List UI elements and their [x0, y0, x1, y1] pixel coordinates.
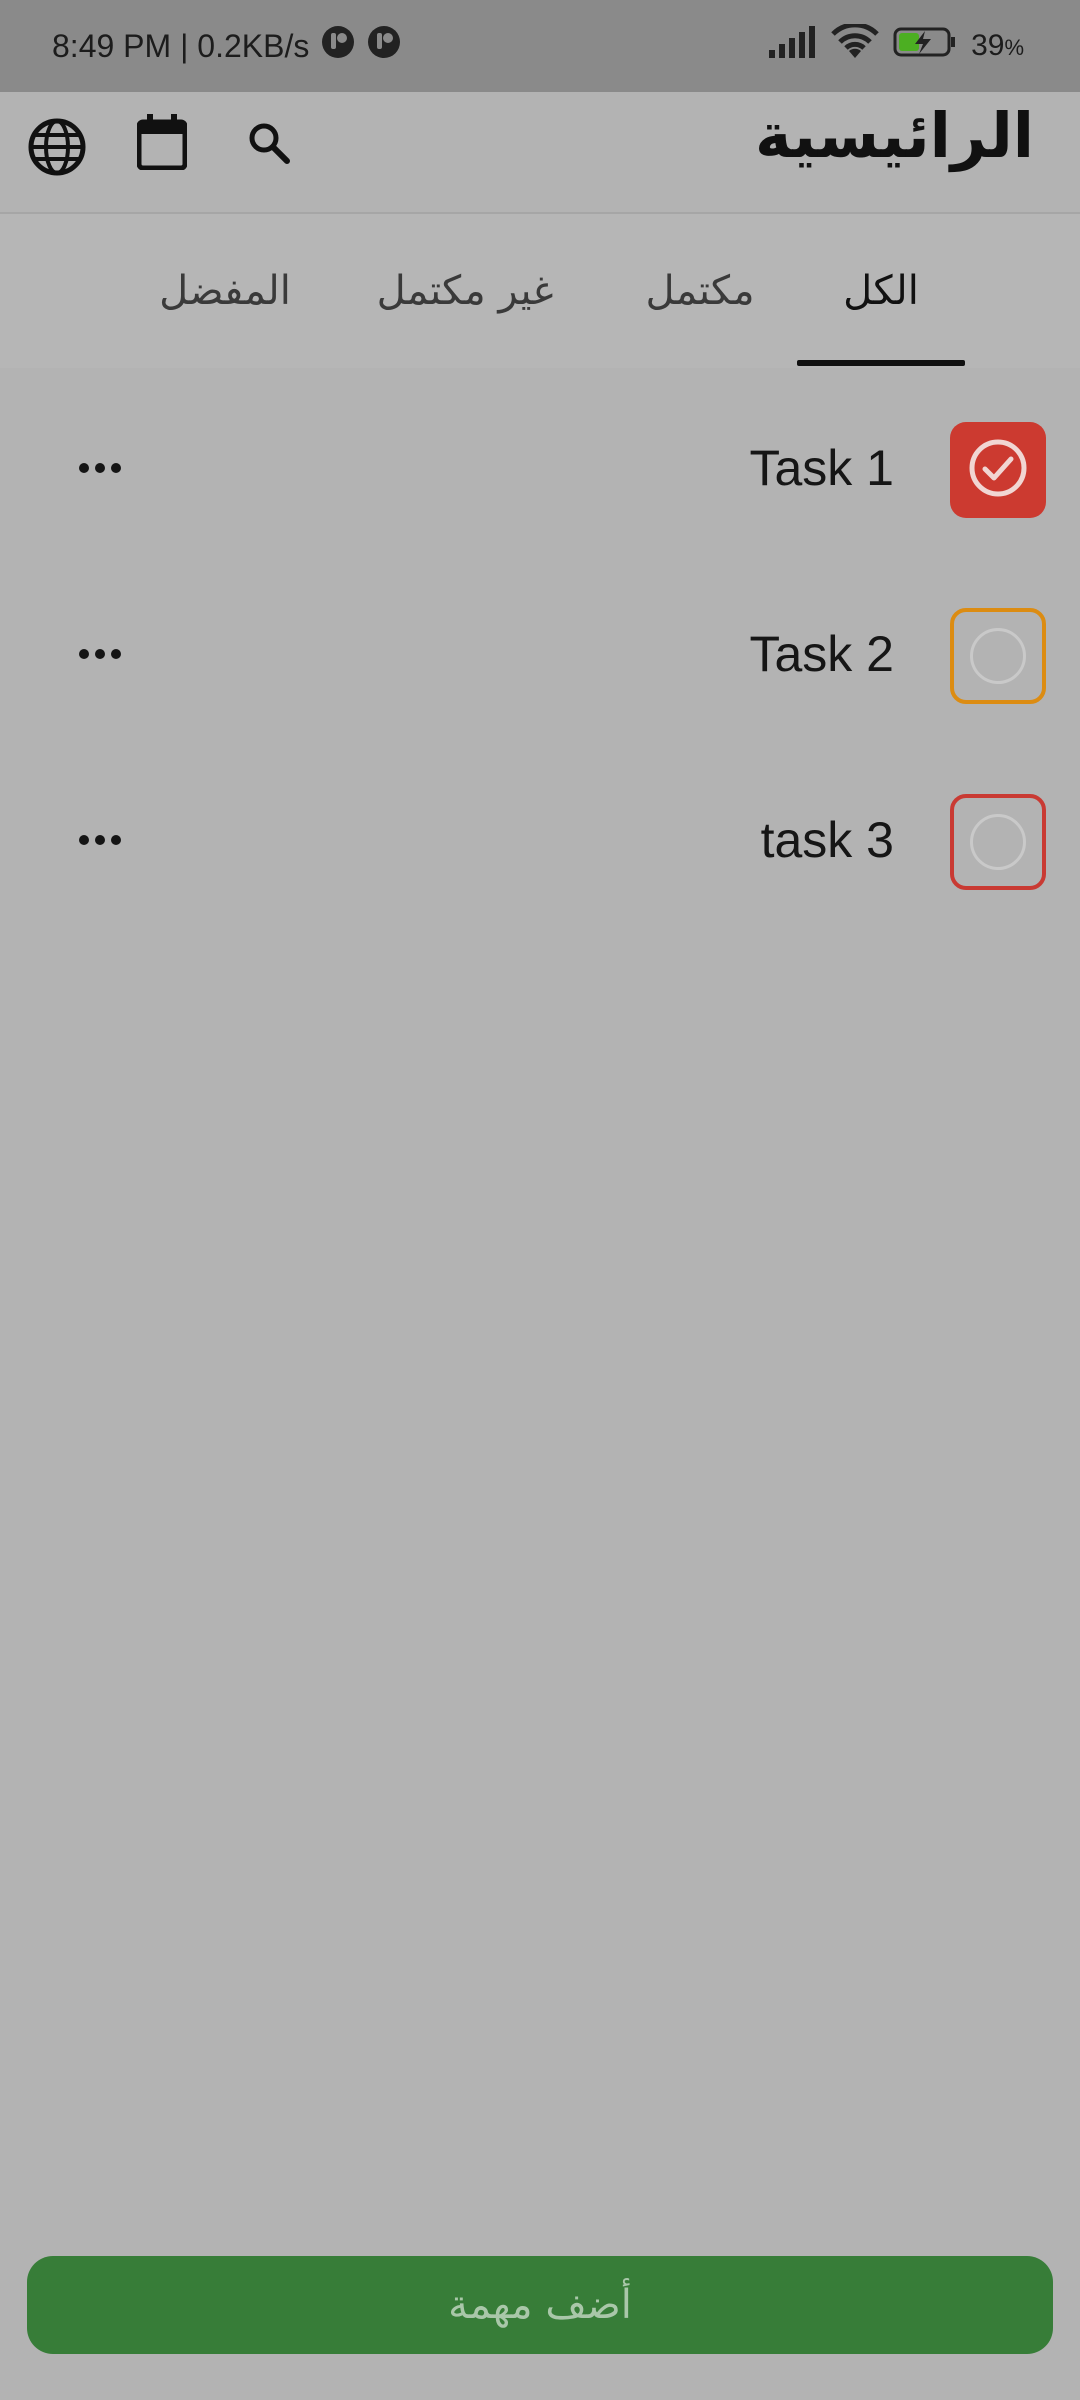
- more-icon: [111, 835, 121, 845]
- search-icon: [247, 121, 291, 170]
- tab-favorites-label: المفضل: [159, 268, 291, 314]
- tab-completed[interactable]: مكتمل: [620, 214, 780, 368]
- tab-completed-label: مكتمل: [645, 268, 755, 314]
- more-options-button[interactable]: [70, 448, 130, 488]
- app-notification-icon: [367, 25, 401, 67]
- empty-circle-icon: [970, 814, 1026, 870]
- more-icon: [79, 649, 89, 659]
- language-button[interactable]: [26, 118, 88, 180]
- more-icon: [111, 463, 121, 473]
- add-task-button[interactable]: أضف مهمة: [27, 2256, 1053, 2354]
- task-title: Task 2: [749, 626, 894, 682]
- task-checkbox[interactable]: [950, 794, 1046, 890]
- calendar-button[interactable]: [136, 113, 188, 175]
- globe-icon: [27, 117, 87, 182]
- status-left: 8:49 PM | 0.2KB/s: [52, 25, 401, 67]
- app-notification-icon: [321, 25, 355, 67]
- tab-all-label: الكل: [843, 268, 919, 314]
- tab-all[interactable]: الكل: [797, 214, 965, 368]
- signal-icon: [769, 26, 817, 66]
- more-icon: [79, 835, 89, 845]
- tab-incomplete[interactable]: غير مكتمل: [360, 214, 570, 368]
- task-title: Task 1: [749, 440, 894, 496]
- tab-incomplete-label: غير مكتمل: [376, 268, 554, 314]
- more-options-button[interactable]: [70, 634, 130, 674]
- check-circle-icon: [968, 438, 1028, 503]
- tab-favorites[interactable]: المفضل: [140, 214, 310, 368]
- wifi-icon: [831, 22, 879, 68]
- task-checkbox[interactable]: [950, 608, 1046, 704]
- calendar-icon: [136, 113, 188, 175]
- status-right: 39%: [769, 22, 1024, 68]
- add-task-label: أضف مهمة: [448, 2282, 632, 2328]
- more-options-button[interactable]: [70, 820, 130, 860]
- page-title: الرائيسية: [755, 98, 1034, 172]
- tab-bar: الكل مكتمل غير مكتمل المفضل: [0, 214, 1080, 368]
- task-item[interactable]: task 3: [0, 760, 1080, 920]
- more-icon: [95, 835, 105, 845]
- task-item[interactable]: Task 1: [0, 388, 1080, 548]
- more-icon: [111, 649, 121, 659]
- status-bar: 8:49 PM | 0.2KB/s 39%: [0, 0, 1080, 92]
- battery-level: 39%: [971, 29, 1024, 63]
- empty-circle-icon: [970, 628, 1026, 684]
- task-checkbox[interactable]: [950, 422, 1046, 518]
- active-tab-indicator: [797, 360, 965, 366]
- more-icon: [79, 463, 89, 473]
- battery-value: 39: [971, 29, 1005, 62]
- task-item[interactable]: Task 2: [0, 574, 1080, 734]
- search-button[interactable]: [246, 122, 292, 168]
- battery-icon: [893, 26, 957, 66]
- task-title: task 3: [760, 812, 894, 868]
- more-icon: [95, 463, 105, 473]
- status-time-speed: 8:49 PM | 0.2KB/s: [52, 27, 310, 64]
- more-icon: [95, 649, 105, 659]
- battery-unit: %: [1004, 35, 1024, 60]
